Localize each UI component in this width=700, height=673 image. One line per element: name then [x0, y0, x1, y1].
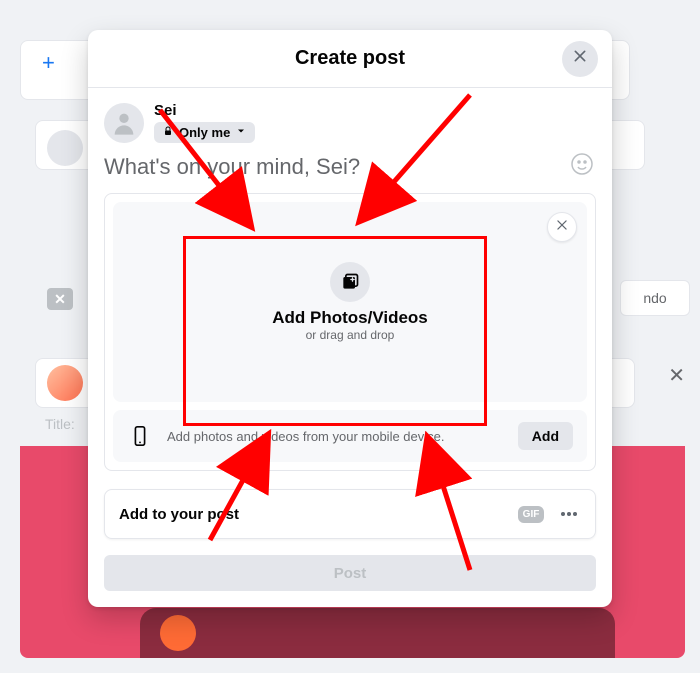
modal-header: Create post	[88, 30, 612, 88]
add-to-post-row: Add to your post	[104, 489, 596, 539]
bg-story-card	[140, 608, 615, 658]
dropzone-subtitle: or drag and drop	[306, 328, 395, 342]
close-icon: ✕	[668, 363, 685, 388]
profile-meta: Sei Only me	[154, 102, 255, 143]
mobile-add-button[interactable]: Add	[518, 422, 573, 450]
add-to-post-label: Add to your post	[119, 506, 239, 523]
dropzone-title: Add Photos/Videos	[272, 308, 428, 328]
create-post-modal: Create post Sei Only me What's on yo	[88, 30, 612, 607]
mobile-upload-text: Add photos and videos from your mobile d…	[167, 429, 504, 444]
avatar	[104, 103, 144, 143]
close-button[interactable]	[562, 41, 598, 77]
profile-row: Sei Only me	[88, 88, 612, 151]
lock-icon	[162, 125, 174, 140]
close-icon	[555, 218, 569, 237]
composer-input[interactable]: What's on your mind, Sei?	[104, 154, 360, 180]
modal-title: Create post	[295, 47, 405, 70]
plus-icon: +	[42, 50, 55, 76]
bg-avatar	[47, 130, 83, 166]
emoji-button[interactable]	[568, 153, 596, 181]
bg-button: ndo	[620, 280, 690, 316]
username: Sei	[154, 102, 255, 119]
bg-title-label: Title:	[45, 416, 75, 432]
photo-video-button[interactable]	[367, 502, 391, 526]
media-dropzone[interactable]: Add Photos/Videos or drag and drop	[113, 202, 587, 402]
media-upload-panel: Add Photos/Videos or drag and drop Add p…	[104, 193, 596, 471]
mobile-upload-row: Add photos and videos from your mobile d…	[113, 410, 587, 462]
bg-delete-icon: ✕	[47, 288, 73, 310]
audience-selector[interactable]: Only me	[154, 122, 255, 143]
checkin-button[interactable]	[481, 502, 505, 526]
more-button[interactable]	[557, 502, 581, 526]
add-to-post-icons: GIF	[367, 502, 581, 526]
smile-icon	[570, 152, 594, 182]
more-icon	[561, 512, 577, 516]
caret-down-icon	[235, 125, 247, 140]
gif-button[interactable]: GIF	[519, 502, 543, 526]
tag-people-button[interactable]	[405, 502, 429, 526]
gif-icon: GIF	[518, 506, 545, 523]
dropzone-close-button[interactable]	[547, 212, 577, 242]
add-media-icon	[330, 262, 370, 302]
audience-label: Only me	[179, 125, 230, 140]
mobile-icon	[127, 423, 153, 449]
feeling-button[interactable]	[443, 502, 467, 526]
composer-row: What's on your mind, Sei?	[88, 151, 612, 191]
post-button[interactable]: Post	[104, 555, 596, 591]
bg-avatar	[47, 365, 83, 401]
close-icon	[572, 48, 588, 69]
bg-avatar	[160, 615, 196, 651]
